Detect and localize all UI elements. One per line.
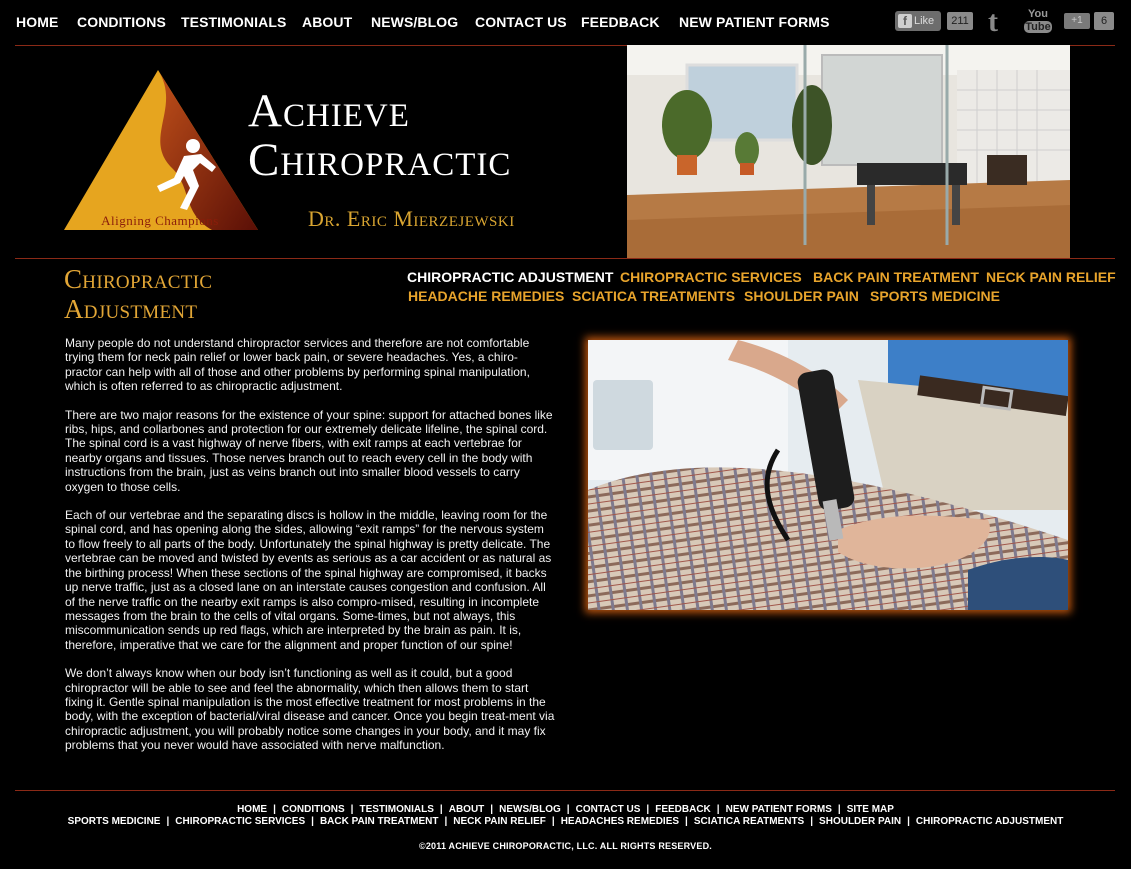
nav-news-blog[interactable]: NEWS/BLOG xyxy=(371,14,458,30)
subnav-back-pain-treatment[interactable]: BACK PAIN TREATMENT xyxy=(813,269,979,285)
footer-separator: | xyxy=(551,816,555,827)
footer-link-testimonials[interactable]: TESTIMONIALS xyxy=(359,804,433,815)
article-paragraph: Many people do not understand chiropract… xyxy=(65,336,530,394)
article-paragraph: We don’t always know when our body isn’t… xyxy=(65,666,555,753)
twitter-icon[interactable]: t xyxy=(988,7,1010,37)
office-photo xyxy=(627,45,1070,258)
footer-link-conditions[interactable]: CONDITIONS xyxy=(282,804,345,815)
page-title: Chiropractic Adjustment xyxy=(64,264,284,324)
footer-link-neck-pain-relief[interactable]: NECK PAIN RELIEF xyxy=(453,816,546,827)
subnav-sciatica-treatments[interactable]: SCIATICA TREATMENTS xyxy=(572,288,735,304)
footer-link-news-blog[interactable]: NEWS/BLOG xyxy=(499,804,561,815)
footer-link-feedback[interactable]: FEEDBACK xyxy=(655,804,711,815)
brand-name-line2: Chiropractic xyxy=(248,134,512,186)
subnav-chiropractic-adjustment[interactable]: CHIROPRACTIC ADJUSTMENT xyxy=(407,269,613,285)
footer-link-new-patient-forms[interactable]: NEW PATIENT FORMS xyxy=(726,804,832,815)
footer-separator: | xyxy=(810,816,814,827)
page-title-line2: Adjustment xyxy=(64,294,198,324)
adjustment-photo xyxy=(588,340,1068,610)
footer-link-sciatica-treatments[interactable]: SCIATICA REATMENTS xyxy=(694,816,804,827)
footer-link-contact-us[interactable]: CONTACT US xyxy=(576,804,641,815)
footer-nav-conditions: SPORTS MEDICINE | CHIROPRACTIC SERVICES | BA… xyxy=(0,816,1131,827)
footer-nav-primary: HOME | CONDITIONS | TESTIMONIALS | ABOUT | NEWS/… xyxy=(0,804,1131,815)
footer-separator: | xyxy=(350,804,354,815)
footer-link-back-pain-treatment[interactable]: BACK PAIN TREATMENT xyxy=(320,816,439,827)
facebook-icon: f xyxy=(898,14,912,28)
footer-separator: | xyxy=(439,804,443,815)
article-body: Many people do not understand chiropract… xyxy=(65,336,555,767)
nav-testimonials[interactable]: TESTIMONIALS xyxy=(181,14,286,30)
youtube-icon[interactable]: You Tube xyxy=(1024,8,1052,36)
article-paragraph: Each of our vertebrae and the separating… xyxy=(65,508,552,652)
footer-separator: | xyxy=(311,816,314,827)
doctor-name: Dr. Eric Mierzejewski xyxy=(308,206,515,231)
footer-separator: | xyxy=(273,804,276,815)
footer-link-chiropractic-services[interactable]: CHIROPRACTIC SERVICES xyxy=(175,816,305,827)
youtube-label-bottom: Tube xyxy=(1024,21,1052,33)
header-divider xyxy=(15,258,1115,259)
footer-separator: | xyxy=(907,816,910,827)
article-paragraph: There are two major reasons for the exis… xyxy=(65,407,553,494)
youtube-label-top: You xyxy=(1028,8,1048,20)
footer-separator: | xyxy=(837,804,841,815)
logo-tagline: Aligning Champions xyxy=(101,213,219,228)
nav-new-patient-forms[interactable]: NEW PATIENT FORMS xyxy=(679,14,830,30)
footer-link-site-map[interactable]: SITE MAP xyxy=(847,804,894,815)
footer-separator: | xyxy=(166,816,170,827)
subnav-headache-remedies[interactable]: HEADACHE REMEDIES xyxy=(408,288,564,304)
footer-separator: | xyxy=(646,804,650,815)
nav-about[interactable]: ABOUT xyxy=(302,14,352,30)
google-plus-one-button[interactable]: +1 xyxy=(1064,13,1090,29)
nav-contact-us[interactable]: CONTACT US xyxy=(475,14,567,30)
footer-link-sports-medicine[interactable]: SPORTS MEDICINE xyxy=(68,816,161,827)
footer-separator: | xyxy=(685,816,688,827)
footer-link-shoulder-pain[interactable]: SHOULDER PAIN xyxy=(819,816,901,827)
footer-link-headaches-remedies[interactable]: HEADACHES REMEDIES xyxy=(561,816,679,827)
achieve-logo[interactable]: Aligning Champions xyxy=(62,68,260,233)
footer-separator: | xyxy=(566,804,570,815)
footer-divider xyxy=(15,790,1115,791)
facebook-like-button[interactable]: f Like xyxy=(895,11,941,31)
subnav-sports-medicine[interactable]: SPORTS MEDICINE xyxy=(870,288,1000,304)
footer-link-chiropractic-adjustment[interactable]: CHIROPRACTIC ADJUSTMENT xyxy=(916,816,1063,827)
subnav-shoulder-pain[interactable]: SHOULDER PAIN xyxy=(744,288,859,304)
nav-home[interactable]: HOME xyxy=(16,14,58,30)
footer-separator: | xyxy=(444,816,448,827)
footer-link-home[interactable]: HOME xyxy=(237,804,267,815)
footer-separator: | xyxy=(716,804,720,815)
page-title-line1: Chiropractic xyxy=(64,264,213,294)
copyright-text: ©2011 ACHIEVE CHIROPORACTIC, LLC. ALL RI… xyxy=(419,841,712,851)
brand-name-line1: Achieve xyxy=(248,85,410,137)
footer-link-about[interactable]: ABOUT xyxy=(449,804,485,815)
facebook-like-count: 211 xyxy=(947,12,973,30)
google-plus-count: 6 xyxy=(1094,12,1114,30)
subnav-chiropractic-services[interactable]: CHIROPRACTIC SERVICES xyxy=(620,269,802,285)
nav-conditions[interactable]: CONDITIONS xyxy=(77,14,166,30)
facebook-like-label: Like xyxy=(914,15,935,27)
footer-separator: | xyxy=(490,804,494,815)
subnav-neck-pain-relief[interactable]: NECK PAIN RELIEF xyxy=(986,269,1116,285)
nav-feedback[interactable]: FEEDBACK xyxy=(581,14,660,30)
